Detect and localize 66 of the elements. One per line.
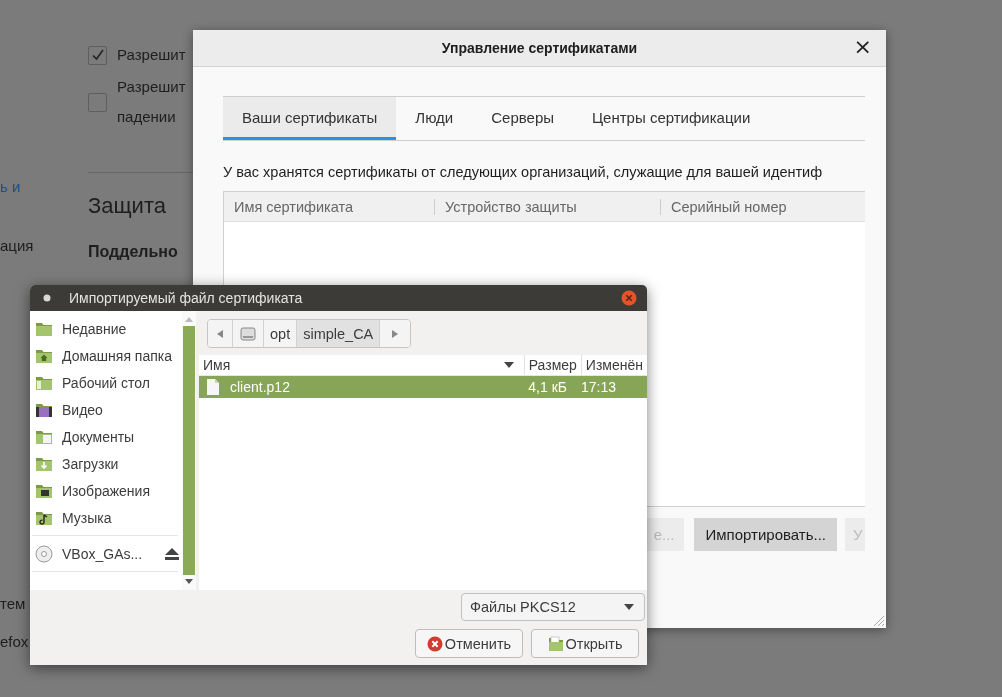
close-button[interactable]: × bbox=[851, 35, 874, 59]
column-header[interactable]: Размер bbox=[524, 355, 582, 375]
left-arrow-icon bbox=[217, 329, 223, 338]
column-header[interactable]: Устройство защиты bbox=[435, 198, 661, 215]
dialog-button[interactable]: Импортировать... bbox=[694, 518, 837, 551]
checkbox-label: Разрешит bbox=[117, 45, 186, 65]
scroll-up-icon[interactable] bbox=[185, 317, 193, 322]
sidebar-item[interactable]: Недавние bbox=[30, 315, 182, 342]
text-fragment: тем bbox=[0, 595, 27, 612]
right-arrow-icon bbox=[392, 329, 399, 338]
column-header[interactable]: Изменён bbox=[581, 355, 647, 375]
tab[interactable]: Центры сертификации bbox=[573, 97, 770, 140]
subheading: Поддельно bbox=[88, 243, 179, 261]
window-menu-icon[interactable] bbox=[42, 293, 52, 303]
file-name: client.p12 bbox=[230, 379, 290, 395]
folder-icon bbox=[35, 428, 53, 445]
sidebar-item[interactable]: Документы bbox=[30, 423, 182, 450]
dialog-button[interactable]: Отменить bbox=[415, 629, 523, 658]
sidebar-item[interactable]: Загрузки bbox=[30, 450, 182, 477]
folder-icon bbox=[547, 635, 564, 652]
window-title: Импортируемый файл сертификата bbox=[69, 290, 304, 306]
filter-dropdown[interactable]: Файлы PKCS12 bbox=[461, 593, 645, 621]
text-fragment: efox bbox=[0, 633, 30, 650]
drive-icon bbox=[239, 324, 257, 343]
checkbox[interactable] bbox=[88, 45, 107, 65]
checkbox[interactable] bbox=[88, 92, 107, 112]
tab[interactable]: Ваши сертификаты bbox=[223, 97, 397, 140]
sidebar-item[interactable]: Изображения bbox=[30, 477, 182, 504]
dropdown-arrow-icon bbox=[624, 604, 634, 610]
scroll-down-icon[interactable] bbox=[185, 579, 193, 584]
section-heading: Защита bbox=[88, 193, 167, 219]
column-header[interactable]: Имя bbox=[199, 355, 525, 375]
text-fragment: ация bbox=[0, 237, 35, 254]
file-size: 4,1 кБ bbox=[527, 379, 568, 395]
sidebar-item[interactable]: Рабочий стол bbox=[30, 369, 182, 396]
file-time: 17:13 bbox=[580, 379, 618, 395]
close-icon[interactable] bbox=[621, 290, 637, 306]
column-header[interactable]: Имя сертификата bbox=[224, 198, 435, 215]
window-title: Управление сертификатами bbox=[441, 40, 638, 56]
sidebar-item[interactable]: VBox_GAs... bbox=[30, 540, 182, 567]
file-icon bbox=[206, 379, 220, 395]
eject-icon[interactable] bbox=[164, 546, 180, 561]
folder-icon bbox=[35, 482, 53, 499]
checkbox-label: Разрешит bbox=[117, 77, 186, 97]
folder-icon bbox=[35, 455, 53, 472]
sidebar-item[interactable]: Музыка bbox=[30, 504, 182, 531]
tab[interactable]: Люди bbox=[396, 97, 473, 140]
film-icon bbox=[35, 401, 53, 418]
folder-icon bbox=[35, 320, 53, 337]
tab[interactable]: Серверы bbox=[472, 97, 573, 140]
music-folder-icon bbox=[35, 509, 53, 526]
resize-grip-icon[interactable] bbox=[873, 615, 885, 627]
back-arrow-button[interactable] bbox=[208, 320, 233, 347]
dialog-button[interactable]: Открыть bbox=[531, 629, 639, 658]
sort-arrow-icon bbox=[503, 362, 514, 368]
path-button[interactable]: simple_CA bbox=[297, 320, 381, 347]
description: У вас хранятся сертификаты от следующих организаций, служащие для вашей идентиф bbox=[223, 163, 824, 181]
checkbox-label: падении bbox=[117, 107, 177, 127]
scrollbar[interactable] bbox=[182, 311, 196, 590]
cancel-icon bbox=[426, 635, 443, 652]
sidebar-item[interactable]: Видео bbox=[30, 396, 182, 423]
folder-icon bbox=[35, 347, 53, 364]
column-header[interactable]: Серийный номер bbox=[661, 198, 797, 215]
folder-icon bbox=[35, 374, 53, 391]
disc-icon bbox=[35, 544, 53, 563]
sidebar-item[interactable]: Домашняя папка bbox=[30, 342, 182, 369]
